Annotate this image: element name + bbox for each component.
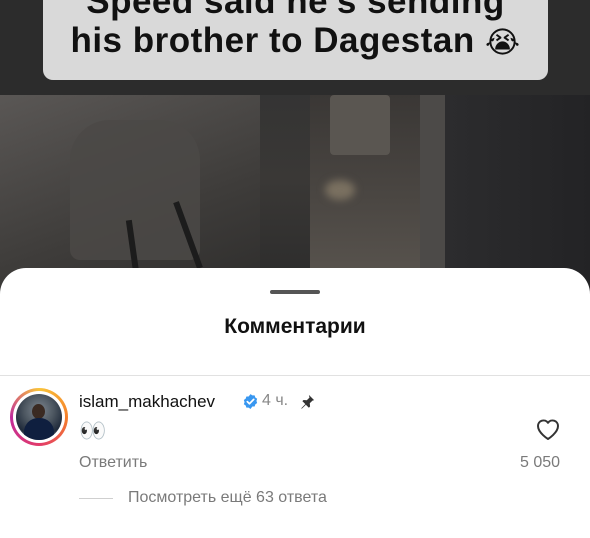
comments-sheet: Комментарии islam_makhachev 4 ч. 👀 Ответ… [0, 268, 590, 538]
comment-text: 👀 [79, 418, 107, 443]
video-chair [70, 120, 200, 260]
video-light-glow [325, 180, 355, 200]
comment-username[interactable]: islam_makhachev [79, 392, 215, 412]
replies-divider-line [79, 498, 113, 499]
avatar[interactable] [16, 394, 62, 440]
pin-icon [301, 394, 315, 409]
avatar-body [24, 418, 54, 440]
avatar-ring-gap [13, 391, 65, 443]
verified-badge-icon [243, 394, 258, 409]
view-more-replies-button[interactable]: Посмотреть ещё 63 ответа [128, 489, 327, 507]
drag-handle[interactable] [270, 290, 320, 294]
video-door [445, 95, 590, 295]
avatar-head [32, 404, 45, 419]
likes-count: 5 050 [520, 454, 561, 471]
caption-line-2-text: his brother to Dagestan [70, 21, 475, 60]
comments-title: Комментарии [224, 315, 366, 338]
crying-emoji: 😭 [485, 26, 521, 60]
caption-line-2: his brother to Dagestan 😭 [43, 21, 548, 61]
heart-icon[interactable] [535, 417, 561, 441]
comment-time: 4 ч. [262, 392, 289, 409]
video-lamp [330, 95, 390, 155]
reply-button[interactable]: Ответить [79, 454, 147, 472]
avatar-story-ring[interactable] [10, 388, 68, 446]
header-divider [0, 375, 590, 376]
video-caption: Speed said he's sending his brother to D… [43, 0, 548, 80]
caption-line-1: Speed said he's sending [86, 0, 505, 21]
